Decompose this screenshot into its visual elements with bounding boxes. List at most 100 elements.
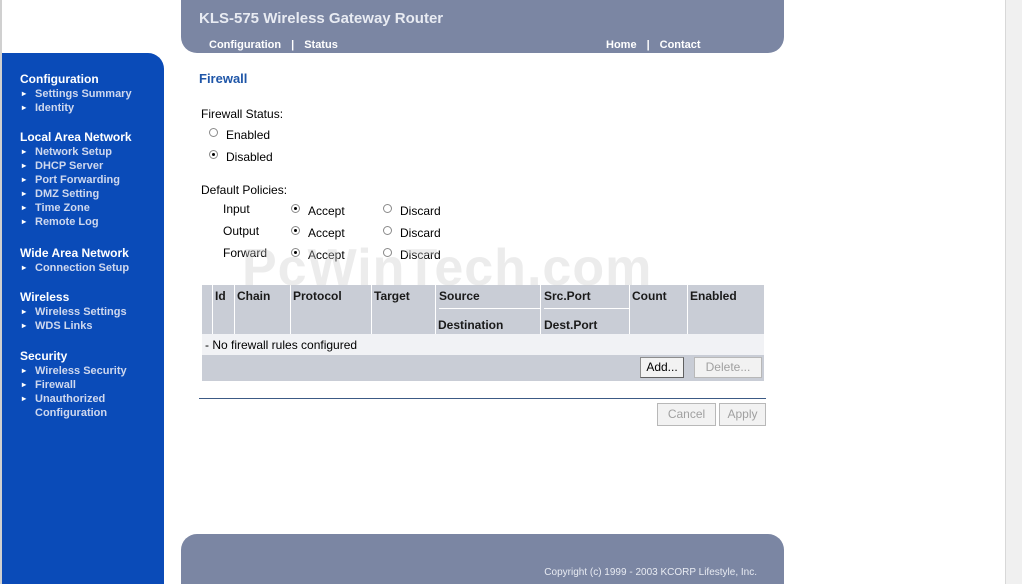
router-title: KLS-575 Wireless Gateway Router xyxy=(199,10,444,27)
policy-forward-discard-label: Discard xyxy=(400,248,441,262)
rules-empty-row: - No firewall rules configured xyxy=(202,334,764,355)
sidebar-item-label: DMZ Setting xyxy=(35,188,100,200)
policy-forward-discard-radio[interactable] xyxy=(383,248,392,257)
policy-forward-label: Forward xyxy=(223,246,268,260)
policy-input-discard-radio[interactable] xyxy=(383,204,392,213)
policy-output-accept-label: Accept xyxy=(308,226,345,240)
sidebar-item-label: WDS Links xyxy=(35,320,93,332)
sidebar-group-wireless: Wireless ▸ Wireless Settings ▸ WDS Links xyxy=(20,289,127,333)
sidebar-item-connection-setup[interactable]: ▸ Connection Setup xyxy=(20,261,129,275)
sidebar-item-label: Wireless Security xyxy=(35,365,127,377)
sidebar-group-configuration: Configuration ▸ Settings Summary ▸ Identit… xyxy=(20,71,132,115)
sidebar-item-label: DHCP Server xyxy=(35,160,104,172)
bullet-icon: ▸ xyxy=(22,189,27,198)
column-divider xyxy=(540,285,541,334)
sidebar-item-unauthorized-configuration-line2[interactable]: Configuration xyxy=(20,406,127,420)
sidebar-group-title: Wireless xyxy=(20,290,70,304)
bullet-icon: ▸ xyxy=(22,103,27,112)
header-id: Id xyxy=(215,289,226,303)
sidebar-item-settings-summary[interactable]: ▸ Settings Summary xyxy=(20,87,132,101)
sidebar-item-label: Settings Summary xyxy=(35,88,132,100)
nav-link-configuration[interactable]: Configuration xyxy=(209,39,281,51)
bullet-icon: ▸ xyxy=(22,161,27,170)
header-subdivider xyxy=(544,308,629,309)
top-header: KLS-575 Wireless Gateway Router Configur… xyxy=(181,0,784,53)
bullet-icon: ▸ xyxy=(22,147,27,156)
sidebar-item-time-zone[interactable]: ▸ Time Zone xyxy=(20,201,132,215)
sidebar-item-wds-links[interactable]: ▸ WDS Links xyxy=(20,319,127,333)
sidebar-item-wireless-settings[interactable]: ▸ Wireless Settings xyxy=(20,305,127,319)
sidebar-item-port-forwarding[interactable]: ▸ Port Forwarding xyxy=(20,173,132,187)
sidebar-item-dhcp-server[interactable]: ▸ DHCP Server xyxy=(20,159,132,173)
firewall-enabled-radio[interactable] xyxy=(209,128,218,137)
policy-input-accept-label: Accept xyxy=(308,204,345,218)
sidebar-item-dmz-setting[interactable]: ▸ DMZ Setting xyxy=(20,187,132,201)
bullet-icon: ▸ xyxy=(22,217,27,226)
header-count: Count xyxy=(632,289,667,303)
sidebar-item-unauthorized-configuration[interactable]: ▸ Unauthorized xyxy=(20,392,127,406)
sidebar-item-label: Configuration xyxy=(35,407,108,419)
sidebar-item-label: Remote Log xyxy=(35,216,99,228)
sidebar-item-label: Connection Setup xyxy=(35,262,130,274)
bottom-footer: Copyright (c) 1999 - 2003 KCORP Lifestyl… xyxy=(181,534,784,584)
bullet-icon: ▸ xyxy=(22,394,27,403)
bullet-icon: ▸ xyxy=(22,175,27,184)
sidebar-group-wan: Wide Area Network ▸ Connection Setup xyxy=(20,245,129,275)
nav-link-contact[interactable]: Contact xyxy=(660,39,701,51)
add-rule-button[interactable]: Add... xyxy=(640,357,684,378)
sidebar-item-label: Port Forwarding xyxy=(35,174,120,186)
nav-separator: | xyxy=(646,39,650,51)
column-divider xyxy=(212,285,213,334)
column-divider xyxy=(371,285,372,334)
vertical-scrollbar[interactable] xyxy=(1005,0,1022,584)
default-policies-label: Default Policies: xyxy=(201,183,288,197)
bullet-icon: ▸ xyxy=(22,321,27,330)
page-title: Firewall xyxy=(199,71,248,86)
bullet-icon: ▸ xyxy=(22,366,27,375)
column-divider xyxy=(435,285,436,334)
sidebar-item-label: Network Setup xyxy=(35,146,113,158)
bullet-icon: ▸ xyxy=(22,380,27,389)
nav-separator: | xyxy=(291,39,295,51)
sidebar-group-title: Local Area Network xyxy=(20,130,132,144)
apply-button[interactable]: Apply xyxy=(719,403,766,426)
sidebar-item-wireless-security[interactable]: ▸ Wireless Security xyxy=(20,364,127,378)
sidebar-group-title: Wide Area Network xyxy=(20,246,129,260)
bullet-icon: ▸ xyxy=(22,203,27,212)
sidebar-item-identity[interactable]: ▸ Identity xyxy=(20,101,132,115)
sidebar-item-label: Firewall xyxy=(35,379,76,391)
policy-input-label: Input xyxy=(223,202,250,216)
sidebar-item-label: Time Zone xyxy=(35,202,90,214)
policy-input-accept-radio[interactable] xyxy=(291,204,300,213)
rules-table-header: Id Chain Protocol Target Source Src.Port… xyxy=(202,285,764,334)
column-divider xyxy=(629,285,630,334)
policy-forward-accept-radio[interactable] xyxy=(291,248,300,257)
copyright-text: Copyright (c) 1999 - 2003 KCORP Lifestyl… xyxy=(544,567,757,578)
nav-link-status[interactable]: Status xyxy=(304,39,338,51)
policy-output-discard-label: Discard xyxy=(400,226,441,240)
sidebar-item-label: Unauthorized xyxy=(35,393,106,405)
policy-input-discard-label: Discard xyxy=(400,204,441,218)
sidebar-group-title: Security xyxy=(20,349,68,363)
policy-output-label: Output xyxy=(223,224,260,238)
header-dest-port: Dest.Port xyxy=(544,318,598,332)
nav-link-home[interactable]: Home xyxy=(606,39,637,51)
rules-empty-message: - No firewall rules configured xyxy=(205,338,358,352)
header-subdivider xyxy=(439,308,540,309)
firewall-disabled-radio[interactable] xyxy=(209,150,218,159)
sidebar-item-remote-log[interactable]: ▸ Remote Log xyxy=(20,215,132,229)
sidebar-item-label: Identity xyxy=(35,102,75,114)
rules-table-footer: Add... Delete... xyxy=(202,355,764,381)
bullet-icon: ▸ xyxy=(22,263,27,272)
firewall-disabled-label: Disabled xyxy=(226,150,273,164)
policy-output-discard-radio[interactable] xyxy=(383,226,392,235)
content-divider xyxy=(199,398,766,399)
sidebar-item-network-setup[interactable]: ▸ Network Setup xyxy=(20,145,132,159)
sidebar: Configuration ▸ Settings Summary ▸ Identit… xyxy=(2,53,164,584)
sidebar-group-lan: Local Area Network ▸ Network Setup ▸ DHCP … xyxy=(20,129,132,229)
policy-forward-accept-label: Accept xyxy=(308,248,345,262)
cancel-button[interactable]: Cancel xyxy=(657,403,716,426)
delete-rule-button[interactable]: Delete... xyxy=(694,357,762,378)
sidebar-item-firewall[interactable]: ▸ Firewall xyxy=(20,378,127,392)
policy-output-accept-radio[interactable] xyxy=(291,226,300,235)
